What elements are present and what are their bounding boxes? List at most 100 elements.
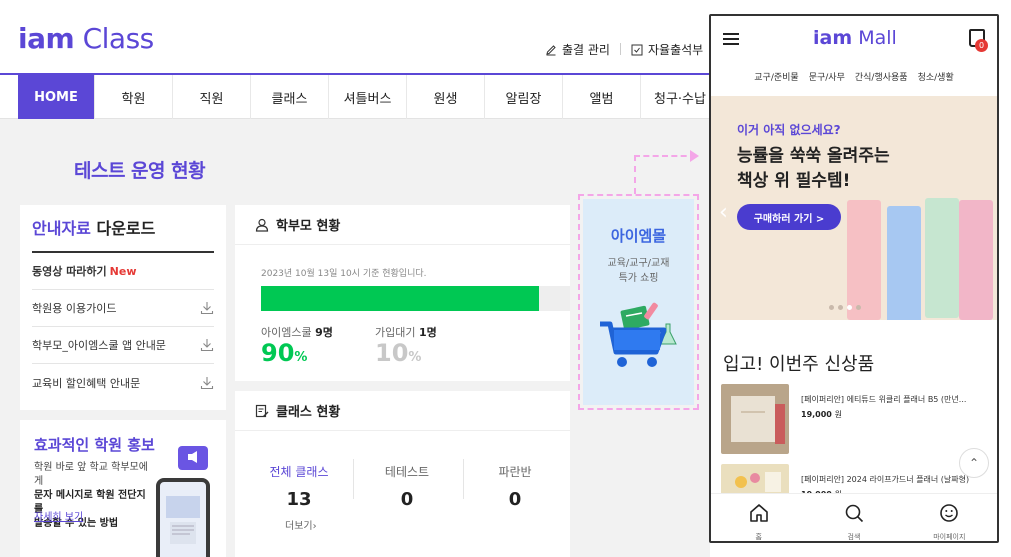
mall-header: iam Mall 0 [711, 16, 997, 64]
category-item[interactable]: 교구/준비물 [754, 70, 798, 83]
new-badge: New [109, 265, 137, 278]
tab-home[interactable]: 홈 [711, 494, 806, 541]
joined-stat: 아이엠스쿨 9명 [261, 324, 333, 340]
nav-notice[interactable]: 알림장 [485, 75, 563, 119]
parent-status-header: 학부모 현황 [235, 205, 570, 245]
joined-stat-value: 9명 [315, 326, 333, 339]
download-card: 안내자료 다운로드 동영상 따라하기 New 학원용 이용가이드 학부모_아이엠스… [20, 205, 226, 410]
attendance-link[interactable]: 출결 관리 [545, 41, 610, 58]
class-column-test-value: 0 [400, 489, 414, 510]
download-item-label: 학원용 이용가이드 [32, 302, 117, 315]
download-title-rest: 다운로드 [96, 219, 156, 238]
promo-desc-line: 학원 바로 앞 학교 학부모에게 [34, 462, 148, 487]
self-attendance-link-label: 자율출석부 [647, 43, 704, 57]
parent-progress-track [261, 286, 570, 311]
callout-line [634, 155, 636, 194]
waiting-stat-label: 가입대기 [375, 326, 416, 339]
download-icon[interactable] [200, 376, 214, 390]
nav-staff[interactable]: 직원 [173, 75, 251, 119]
nav-album[interactable]: 앨범 [563, 75, 641, 119]
checkbox-icon [631, 44, 643, 55]
mall-logo-bold: iam [813, 27, 853, 49]
waiting-percent-value: 10 [375, 339, 409, 367]
category-item[interactable]: 간식/행사용품 [855, 70, 908, 83]
product-price: 19,000 원 [801, 409, 842, 420]
tab-search-label: 검색 [847, 533, 861, 541]
iammall-banner-title: 아이엠몰 [610, 227, 667, 245]
carousel-dot[interactable] [856, 305, 861, 310]
main-nav: HOME 학원 직원 클래스 셔틀버스 원생 알림장 앨범 청구·수납 [0, 73, 710, 119]
more-link[interactable]: 더보기› [285, 517, 317, 532]
attendance-link-label: 출결 관리 [562, 43, 610, 57]
class-column-blue[interactable]: 파란반 [465, 463, 565, 480]
callout-arrow-icon [690, 150, 699, 162]
divider [619, 43, 621, 55]
nav-academy[interactable]: 학원 [95, 75, 173, 119]
mall-categories: 교구/준비물 문구/사무 간식/행사용품 청소/생활 [711, 70, 997, 83]
hero-banner[interactable]: 이거 아직 없으세요? 능률을 쑥쑥 올려주는 책상 위 필수템! 구매하러 가… [711, 96, 997, 320]
hamburger-menu-icon[interactable] [723, 33, 739, 45]
video-tutorial-link[interactable]: 동영상 따라하기 New [32, 253, 214, 290]
logo-rest: Class [82, 22, 155, 55]
mall-tab-bar: 홈 검색 마이페이지 [711, 493, 997, 541]
nav-billing[interactable]: 청구·수납 [641, 75, 719, 119]
search-icon [845, 504, 864, 523]
download-item-label: 교육비 할인혜택 안내문 [32, 376, 141, 390]
class-column-test[interactable]: 테테스트 [357, 463, 457, 480]
iammall-logo[interactable]: iam Mall [813, 27, 897, 49]
iammall-banner-inner: 아이엠몰 교육/교구/교재 특가 쇼핑 [583, 199, 694, 405]
iammall-banner-sub: 교육/교구/교재 특가 쇼핑 [583, 256, 694, 286]
parent-status-title: 학부모 현황 [276, 219, 341, 234]
carousel-dot[interactable] [847, 305, 852, 310]
class-column-all-value: 13 [286, 489, 312, 510]
hero-title-line: 능률을 쑥쑥 올려주는 [737, 146, 890, 166]
iamclass-logo[interactable]: iam Class [18, 22, 154, 55]
waiting-stat: 가입대기 1명 [375, 324, 437, 340]
download-card-title: 안내자료 다운로드 [32, 205, 214, 253]
tab-mypage[interactable]: 마이페이지 [902, 494, 997, 541]
nav-home[interactable]: HOME [18, 75, 95, 119]
category-item[interactable]: 문구/사무 [809, 70, 845, 83]
buy-now-button[interactable]: 구매하러 가기 > [737, 204, 841, 230]
tab-home-label: 홈 [755, 533, 762, 541]
waiting-percent: 10% [375, 339, 421, 367]
download-icon[interactable] [200, 301, 214, 315]
class-status-card: 클래스 현황 전체 클래스 13 더보기› 테테스트 0 파란반 0 [235, 391, 570, 557]
tab-mypage-label: 마이페이지 [933, 533, 966, 541]
pencil-box-image [847, 200, 881, 320]
parent-status-card: 학부모 현황 2023년 10월 13일 10시 기준 현황입니다. 아이엠스쿨… [235, 205, 570, 381]
product-price-value: 19,000 [801, 410, 832, 419]
download-icon[interactable] [200, 338, 214, 352]
tab-search[interactable]: 검색 [806, 494, 901, 541]
category-item[interactable]: 청소/생활 [918, 70, 954, 83]
joined-stat-label: 아이엠스쿨 [261, 326, 312, 339]
nav-class[interactable]: 클래스 [251, 75, 329, 119]
pencil-box-image [959, 200, 993, 320]
banner-sub-line: 교육/교구/교재 [607, 258, 670, 269]
class-column-all[interactable]: 전체 클래스 [249, 463, 349, 480]
joined-percent: 90% [261, 339, 307, 367]
nav-students[interactable]: 원생 [407, 75, 485, 119]
promo-card[interactable]: 효과적인 학원 홍보 학원 바로 앞 학교 학부모에게 문자 메시지로 학원 전… [20, 420, 226, 557]
class-status-title: 클래스 현황 [276, 405, 341, 420]
scroll-top-icon[interactable]: ⌃ [959, 448, 989, 478]
download-item-guide[interactable]: 학원용 이용가이드 [32, 290, 214, 327]
download-item-parent-app[interactable]: 학부모_아이엠스쿨 앱 안내문 [32, 327, 214, 364]
person-icon [255, 218, 269, 232]
logo-bold: iam [18, 22, 75, 55]
hero-title-line: 책상 위 필수템! [737, 171, 851, 191]
smiley-icon [940, 504, 959, 522]
carousel-dot[interactable] [829, 305, 834, 310]
callout-line [634, 155, 696, 157]
download-title-accent: 안내자료 [32, 219, 91, 238]
mall-phone-view: iam Mall 0 교구/준비물 문구/사무 간식/행사용품 청소/생활 이거… [709, 14, 999, 543]
self-attendance-link[interactable]: 자율출석부 [631, 41, 703, 58]
iammall-banner[interactable]: 아이엠몰 교육/교구/교재 특가 쇼핑 [578, 194, 699, 410]
promo-details-link[interactable]: 자세히 보기 [34, 508, 83, 523]
nav-shuttle[interactable]: 셔틀버스 [329, 75, 407, 119]
hero-title: 능률을 쑥쑥 올려주는 책상 위 필수템! [737, 144, 937, 194]
carousel-dot[interactable] [838, 305, 843, 310]
carousel-prev-icon[interactable]: ‹ [719, 200, 728, 225]
download-item-discount[interactable]: 교육비 할인혜택 안내문 [32, 364, 214, 401]
product-item[interactable]: [페이퍼리안] 에티튜드 위클리 플래너 B5 (만년... 19,000 원 [721, 384, 991, 454]
